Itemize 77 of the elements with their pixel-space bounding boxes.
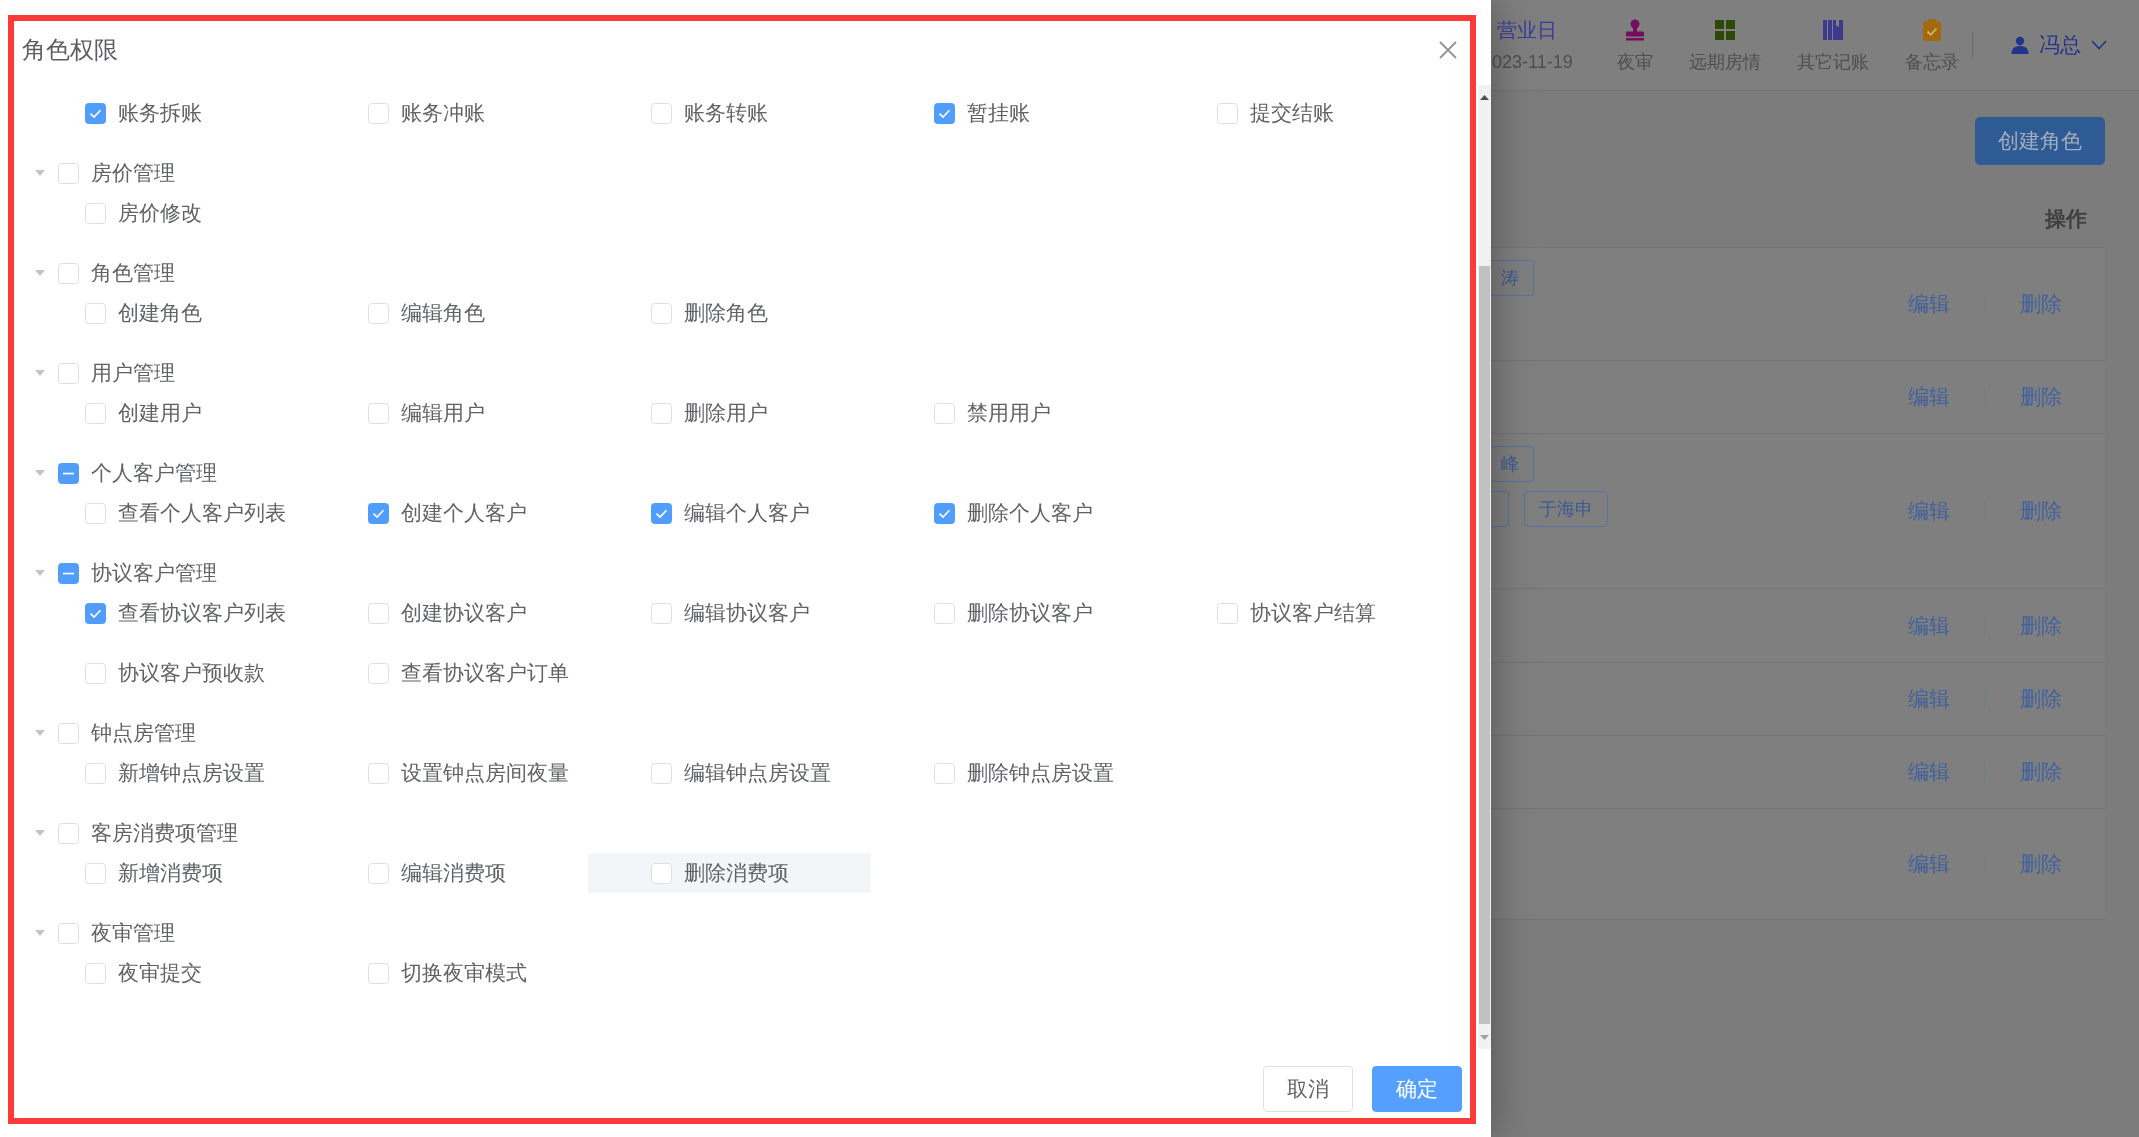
scrollbar-thumb[interactable]: [1479, 266, 1490, 1024]
caret-down-icon[interactable]: [35, 730, 45, 736]
clipboard-check-icon: [1920, 17, 1944, 42]
checkbox-label[interactable]: 账务转账: [684, 100, 768, 126]
checkbox-label[interactable]: 删除角色: [684, 300, 768, 326]
checkbox-label[interactable]: 创建角色: [118, 300, 202, 326]
group-label[interactable]: 协议客户管理: [91, 560, 217, 586]
checkbox-label[interactable]: 新增钟点房设置: [118, 760, 265, 786]
checkbox-label[interactable]: 查看个人客户列表: [118, 500, 286, 526]
caret-down-icon[interactable]: [35, 370, 45, 376]
checkbox-label[interactable]: 查看协议客户列表: [118, 600, 286, 626]
checkbox-label[interactable]: 删除协议客户: [967, 600, 1093, 626]
caret-down-icon[interactable]: [35, 170, 45, 176]
checkbox-label[interactable]: 切换夜审模式: [401, 960, 527, 986]
checkbox-label[interactable]: 删除个人客户: [967, 500, 1093, 526]
column-header: 操作: [2045, 205, 2087, 232]
stamp-icon: [1623, 17, 1647, 42]
name-tag: 涛: [1491, 260, 1534, 296]
business-day-label: 营业日: [1496, 17, 1558, 42]
chevron-down-icon: [2091, 40, 2107, 50]
checkbox[interactable]: [934, 502, 955, 524]
hovered-permission-item[interactable]: 删除消费项: [588, 853, 871, 893]
name-tag: 于海申: [1524, 491, 1608, 527]
dialog-title: 角色权限: [22, 36, 118, 64]
group-label[interactable]: 角色管理: [91, 260, 175, 286]
checkbox-label[interactable]: 编辑消费项: [401, 860, 506, 886]
checkbox-label[interactable]: 编辑协议客户: [684, 600, 810, 626]
checkbox-label[interactable]: 账务拆账: [118, 100, 202, 126]
group-label[interactable]: 钟点房管理: [91, 720, 196, 746]
checkbox-label[interactable]: 禁用用户: [967, 400, 1051, 426]
group-label[interactable]: 用户管理: [91, 360, 175, 386]
checkbox-label[interactable]: 创建用户: [118, 400, 202, 426]
caret-down-icon[interactable]: [35, 470, 45, 476]
scroll-up-arrow-icon[interactable]: [1480, 94, 1489, 100]
checkbox-label[interactable]: 编辑钟点房设置: [684, 760, 831, 786]
caret-down-icon[interactable]: [35, 570, 45, 576]
checkbox-label[interactable]: 创建个人客户: [401, 500, 527, 526]
group-label[interactable]: 客房消费项管理: [91, 820, 238, 846]
name-tag: [1491, 491, 1509, 527]
caret-down-icon[interactable]: [35, 270, 45, 276]
checkbox-label[interactable]: 创建协议客户: [401, 600, 527, 626]
close-icon[interactable]: [1438, 40, 1458, 60]
checkbox-label[interactable]: 提交结账: [1250, 100, 1334, 126]
checkbox[interactable]: [58, 562, 79, 584]
checkbox-label[interactable]: 编辑个人客户: [684, 500, 810, 526]
checkbox[interactable]: [85, 602, 106, 624]
grid-icon: [1713, 17, 1737, 42]
group-label[interactable]: 房价管理: [91, 160, 175, 186]
checkbox[interactable]: [651, 502, 672, 524]
user-icon: [2011, 36, 2029, 54]
group-label[interactable]: 个人客户管理: [91, 460, 217, 486]
checkbox-label[interactable]: 协议客户结算: [1250, 600, 1376, 626]
checkbox[interactable]: [368, 502, 389, 524]
checkbox-label[interactable]: 房价修改: [118, 200, 202, 226]
scroll-down-arrow-icon[interactable]: [1480, 1034, 1489, 1040]
checkbox-label[interactable]: 暂挂账: [967, 100, 1030, 126]
checkbox-label[interactable]: 账务冲账: [401, 100, 485, 126]
name-tag: 峰: [1491, 446, 1534, 482]
checkbox-label[interactable]: 编辑用户: [401, 400, 485, 426]
caret-down-icon[interactable]: [35, 930, 45, 936]
caret-down-icon[interactable]: [35, 830, 45, 836]
books-icon: [1821, 17, 1845, 42]
checkbox-label[interactable]: 夜审提交: [118, 960, 202, 986]
checkbox-label[interactable]: 删除钟点房设置: [967, 760, 1114, 786]
checkbox[interactable]: [85, 102, 106, 124]
scrollbar[interactable]: [1478, 85, 1491, 1049]
checkbox[interactable]: [934, 102, 955, 124]
checkbox-label[interactable]: 编辑角色: [401, 300, 485, 326]
checkbox[interactable]: [58, 462, 79, 484]
checkbox-label[interactable]: 新增消费项: [118, 860, 223, 886]
checkbox-label[interactable]: 删除消费项: [684, 860, 789, 886]
checkbox-label[interactable]: 删除用户: [684, 400, 768, 426]
checkbox-label[interactable]: 查看协议客户订单: [401, 660, 569, 686]
group-label[interactable]: 夜审管理: [91, 920, 175, 946]
cancel-button[interactable]: 取消: [1263, 1066, 1353, 1112]
checkbox-label[interactable]: 协议客户预收款: [118, 660, 265, 686]
checkbox-label[interactable]: 设置钟点房间夜量: [401, 760, 569, 786]
